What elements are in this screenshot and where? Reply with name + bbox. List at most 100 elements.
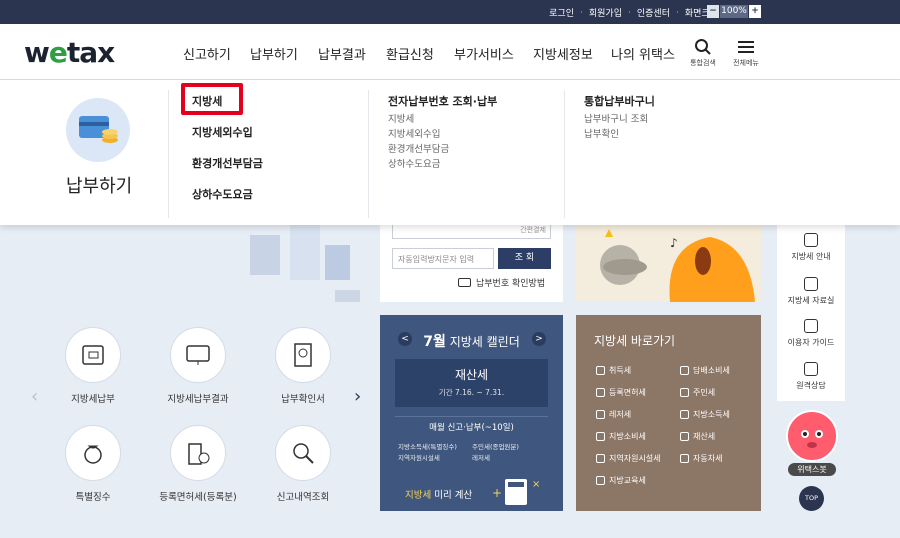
simple-pay-button[interactable]: 간편결제 bbox=[392, 225, 551, 239]
shortcut-local-consumption-tax[interactable]: 지방소비세 bbox=[596, 431, 646, 442]
shortcut-title: 지방세 바로가기 bbox=[594, 334, 676, 348]
zoom-out-button[interactable]: − bbox=[707, 5, 719, 18]
bear-mascot-icon bbox=[801, 430, 823, 448]
service-registration-license[interactable]: 등록면허세(등록분) bbox=[153, 425, 243, 503]
divider bbox=[368, 90, 369, 218]
hero-illustration bbox=[250, 225, 360, 302]
svg-text:+: + bbox=[492, 486, 502, 500]
wetax-bot-mascot[interactable] bbox=[786, 410, 838, 462]
nav-report[interactable]: 신고하기 bbox=[183, 44, 231, 63]
monitor-icon bbox=[170, 327, 226, 383]
service-label: 신고내역조회 bbox=[276, 492, 330, 503]
menu-environment-charge[interactable]: 환경개선부담금 bbox=[192, 155, 263, 171]
cigarette-icon bbox=[680, 366, 689, 375]
calendar-period: 기간 7.16. ~ 7.31. bbox=[438, 388, 505, 397]
building-icon bbox=[170, 425, 226, 481]
scroll-top-button[interactable]: TOP bbox=[799, 486, 824, 511]
shortcut-leisure-tax[interactable]: 레저세 bbox=[596, 409, 631, 420]
shortcut-education-tax[interactable]: 지방교육세 bbox=[596, 475, 646, 486]
signup-link[interactable]: 회원가입 bbox=[589, 6, 622, 19]
menu-water-bill[interactable]: 상하수도요금 bbox=[192, 186, 253, 202]
utility-bar: 로그인 · 회원가입 · 인증센터 · 화면크기 bbox=[0, 0, 900, 24]
menu-epay-number-lookup[interactable]: 전자납부번호 조회·납부 bbox=[388, 93, 497, 109]
quick-tax-guide[interactable]: 지방세 안내 bbox=[777, 233, 845, 262]
header: wetax 신고하기 납부하기 납부결과 환급신청 부가서비스 지방세정보 나의… bbox=[0, 24, 900, 83]
magnifier-doc-icon bbox=[275, 425, 331, 481]
nav-refund[interactable]: 환급신청 bbox=[386, 44, 434, 63]
nav-payment[interactable]: 납부하기 bbox=[250, 44, 298, 83]
menu-payment-confirm[interactable]: 납부확인 bbox=[584, 126, 619, 140]
tax-calendar: < 7월 지방세 캘린더 > 재산세 기간 7.16. ~ 7.31. 매월 신… bbox=[380, 315, 563, 511]
quick-remote-support[interactable]: 원격상담 bbox=[777, 362, 845, 391]
service-pay-result[interactable]: 지방세납부결과 bbox=[153, 327, 243, 405]
services-prev-arrow[interactable]: ‹ bbox=[31, 386, 38, 407]
nav-local-tax-info[interactable]: 지방세정보 bbox=[533, 44, 593, 63]
quick-user-guide[interactable]: 이용자 가이드 bbox=[777, 319, 845, 348]
service-pay-certificate[interactable]: 납부확인서 bbox=[258, 327, 348, 405]
all-menu-button[interactable]: 전체메뉴 bbox=[729, 38, 763, 68]
person-icon bbox=[680, 388, 689, 397]
menu-epay-environment[interactable]: 환경개선부담금 bbox=[388, 141, 449, 155]
menu-integrated-basket[interactable]: 통합납부바구니 bbox=[584, 93, 655, 109]
nav-my-wetax[interactable]: 나의 위택스 bbox=[611, 44, 675, 63]
nav-payment-result[interactable]: 납부결과 bbox=[318, 44, 366, 63]
captcha-input[interactable]: 자동입력방지문자 입력 bbox=[392, 248, 494, 269]
tablet-card-icon bbox=[65, 327, 121, 383]
promo-banner[interactable]: ♪ bbox=[575, 225, 761, 302]
shortcut-acquisition-tax[interactable]: 취득세 bbox=[596, 365, 631, 376]
tax-precalc-link[interactable]: 지방세 미리 계산 bbox=[405, 487, 472, 501]
list-icon bbox=[804, 277, 818, 291]
calculator-icon: +× bbox=[492, 479, 540, 505]
calendar-item: 지방소득세(특별징수) bbox=[398, 443, 457, 451]
svg-text:×: × bbox=[532, 479, 540, 490]
cert-center-link[interactable]: 인증센터 bbox=[637, 6, 670, 19]
shortcut-regional-resource-tax[interactable]: 지역자원시설세 bbox=[596, 453, 661, 464]
clock-icon bbox=[680, 432, 689, 441]
hamburger-icon bbox=[738, 41, 754, 53]
service-report-history[interactable]: 신고내역조회 bbox=[258, 425, 348, 503]
nav-extra-services[interactable]: 부가서비스 bbox=[454, 44, 514, 63]
resource-icon bbox=[596, 454, 605, 463]
shortcut-vehicle-tax[interactable]: 자동차세 bbox=[680, 453, 722, 464]
search-label: 통합검색 bbox=[690, 59, 716, 67]
menu-basket-lookup[interactable]: 납부바구니 조회 bbox=[584, 111, 648, 125]
shortcut-resident-tax[interactable]: 주민세 bbox=[680, 387, 715, 398]
wetax-logo[interactable]: wetax bbox=[24, 36, 115, 69]
search-button[interactable]: 통합검색 bbox=[686, 38, 720, 68]
query-button[interactable]: 조 회 bbox=[498, 248, 551, 269]
chat-icon bbox=[804, 319, 818, 333]
zoom-in-button[interactable]: + bbox=[749, 5, 761, 18]
shortcut-registration-tax[interactable]: 등록면허세 bbox=[596, 387, 646, 398]
quick-tax-library[interactable]: 지방세 자료실 bbox=[777, 277, 845, 306]
service-special-collection[interactable]: 특별징수 bbox=[48, 425, 138, 503]
highlight-box bbox=[181, 83, 243, 115]
quick-menu: 지방세 안내 지방세 자료실 이용자 가이드 원격상담 bbox=[777, 225, 845, 401]
monitor-icon bbox=[804, 362, 818, 376]
search-icon bbox=[695, 39, 711, 55]
certificate-icon bbox=[275, 327, 331, 383]
pay-number-help-link[interactable]: 납부번호 확인방법 bbox=[458, 276, 545, 289]
shortcut-property-tax[interactable]: 재산세 bbox=[680, 431, 715, 442]
calendar-next-button[interactable]: > bbox=[532, 332, 546, 346]
shortcut-local-income-tax[interactable]: 지방소득세 bbox=[680, 409, 730, 420]
mega-menu-title: 납부하기 bbox=[66, 176, 133, 197]
calendar-tax-name: 재산세 bbox=[454, 368, 489, 382]
menu-epay-non-tax[interactable]: 지방세외수입 bbox=[388, 126, 440, 140]
shortcut-tobacco-tax[interactable]: 담배소비세 bbox=[680, 365, 730, 376]
login-link[interactable]: 로그인 bbox=[549, 6, 574, 19]
calendar-item: 레저세 bbox=[472, 454, 490, 462]
menu-non-tax-revenue[interactable]: 지방세외수입 bbox=[192, 124, 253, 140]
pay-help-label: 납부번호 확인방법 bbox=[476, 279, 546, 289]
calendar-divider bbox=[395, 416, 548, 417]
divider bbox=[564, 90, 565, 218]
service-local-tax-pay[interactable]: 지방세납부 bbox=[48, 327, 138, 405]
calendar-item: 주민세(종업원분) bbox=[472, 443, 519, 451]
plus-icon bbox=[596, 388, 605, 397]
services-next-arrow[interactable]: › bbox=[354, 386, 361, 407]
service-label: 등록면허세(등록분) bbox=[159, 492, 237, 503]
car-icon bbox=[680, 454, 689, 463]
calendar-highlight-box[interactable]: 재산세 기간 7.16. ~ 7.31. bbox=[395, 359, 548, 407]
menu-epay-water[interactable]: 상하수도요금 bbox=[388, 156, 440, 170]
menu-epay-local-tax[interactable]: 지방세 bbox=[388, 111, 414, 125]
money-bag-icon bbox=[804, 233, 818, 247]
